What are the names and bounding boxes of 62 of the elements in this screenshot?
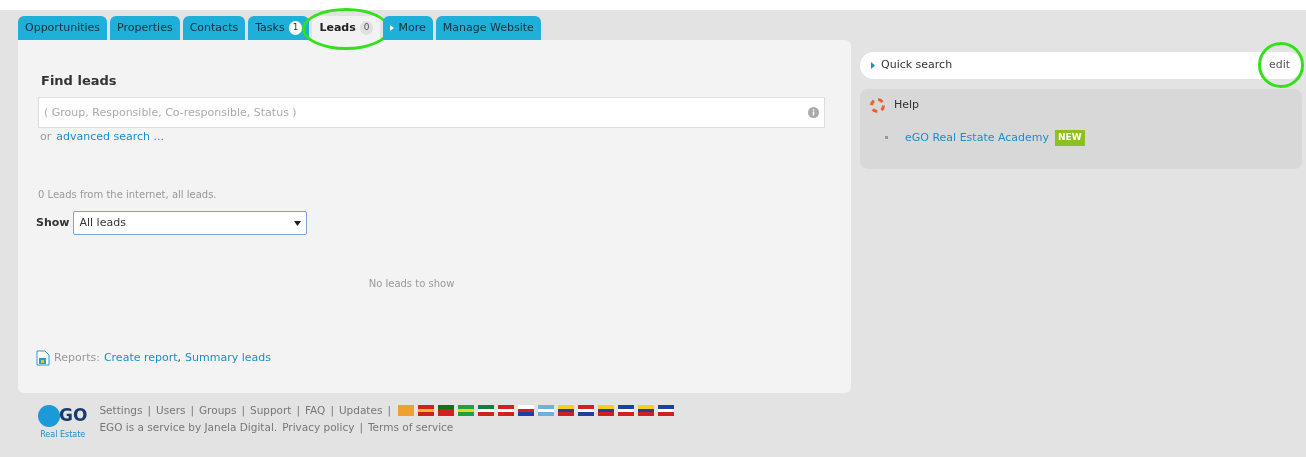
footer-link[interactable]: Groups [199, 403, 237, 419]
bullet-icon [885, 136, 888, 140]
footer-link[interactable]: FAQ [305, 403, 326, 419]
search-field[interactable]: ( Group, Responsible, Co-responsible, Status ) [38, 96, 825, 128]
tab[interactable]: Leads 0 [312, 16, 381, 40]
separator: | [241, 403, 245, 419]
flag-icon[interactable] [617, 405, 634, 417]
flag-icon[interactable] [517, 405, 534, 417]
help-title: Help [894, 97, 920, 113]
tab[interactable]: Opportunities [18, 16, 108, 40]
lifebuoy-icon [870, 97, 885, 113]
logo-text: GO [59, 404, 88, 427]
dropdown-arrow-icon [294, 220, 302, 226]
empty-message: No leads to show [368, 277, 455, 291]
info-icon [808, 106, 819, 118]
quick-search-label: Quick search [881, 57, 953, 74]
leads-summary: 0 Leads from the internet, all leads. [38, 188, 217, 202]
logo-subtitle: Real Estate [40, 428, 86, 441]
flag-icon[interactable] [477, 405, 494, 417]
report-link[interactable]: Summary leads [185, 350, 271, 367]
tab[interactable]: More [383, 16, 433, 40]
footer-link[interactable]: Support [249, 403, 292, 419]
flag-icon[interactable] [557, 405, 574, 417]
footer-link[interactable]: Privacy policy [282, 419, 355, 436]
or-label: or [40, 128, 52, 145]
help-link[interactable]: eGO Real Estate Academy [905, 129, 1050, 146]
flag-icon[interactable] [437, 405, 454, 417]
separator: | [387, 403, 391, 419]
flag-icon[interactable] [497, 405, 514, 417]
comma: , [177, 350, 182, 366]
footer-link[interactable]: Settings [99, 403, 143, 419]
reports-label: Reports: [54, 350, 100, 366]
flag-icon[interactable] [597, 405, 614, 417]
separator: | [190, 403, 194, 419]
quick-search-bar[interactable]: Quick search edit [860, 52, 1302, 79]
tab[interactable]: Properties [110, 16, 180, 40]
flag-icon[interactable] [417, 405, 434, 417]
separator: | [359, 419, 363, 436]
edit-link[interactable]: edit [1268, 57, 1290, 74]
footer-link[interactable]: Updates [338, 403, 383, 419]
footer-link[interactable]: Users [156, 403, 186, 419]
footer-link[interactable]: Terms of service [368, 419, 454, 436]
flag-icon[interactable] [657, 405, 674, 417]
tab[interactable]: Manage Website [435, 16, 541, 40]
report-link[interactable]: Create report [103, 350, 178, 367]
flag-icon[interactable] [637, 405, 654, 417]
new-badge: NEW [1055, 130, 1085, 146]
separator: | [330, 403, 334, 419]
service-text: EGO is a service by Janela Digital. [99, 419, 278, 435]
advanced-search-link[interactable]: advanced search ... [56, 128, 165, 145]
show-dropdown[interactable]: All leads [73, 211, 308, 235]
count-badge: 0 [359, 21, 374, 35]
flag-icon[interactable] [577, 405, 594, 417]
section-title: Find leads [41, 72, 117, 90]
tab[interactable]: Tasks 1 [248, 16, 310, 40]
count-badge: 1 [288, 21, 303, 35]
separator: | [296, 403, 301, 419]
report-icon [36, 350, 50, 367]
separator: | [147, 403, 152, 419]
show-label: Show [36, 214, 70, 231]
caret-icon [871, 62, 875, 69]
tab[interactable]: Contacts [182, 16, 246, 40]
